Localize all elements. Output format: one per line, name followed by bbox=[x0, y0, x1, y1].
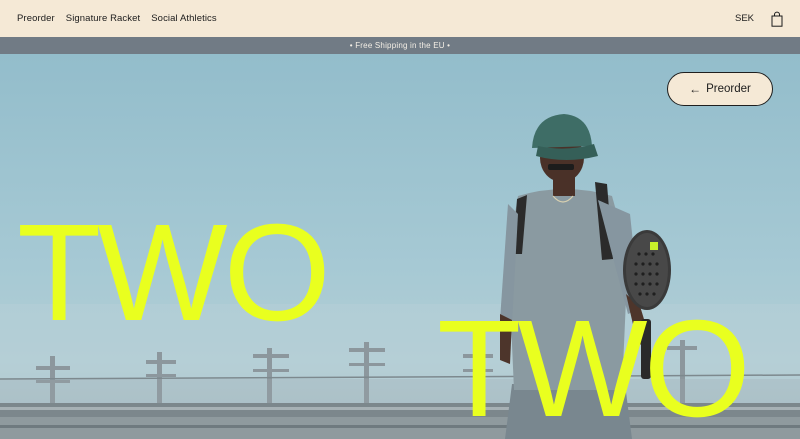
headline-word-top: TWO bbox=[17, 196, 331, 350]
main-nav: Preorder Signature Racket Social Athleti… bbox=[17, 13, 217, 24]
header-tools: SEK bbox=[735, 11, 783, 27]
headline-word-bottom: TWO bbox=[437, 292, 751, 439]
page: Preorder Signature Racket Social Athleti… bbox=[0, 0, 800, 439]
preorder-button[interactable]: ← Preorder bbox=[667, 72, 773, 106]
nav-link-signature-racket[interactable]: Signature Racket bbox=[66, 13, 140, 24]
shopping-bag-icon[interactable] bbox=[771, 11, 783, 27]
top-navigation-bar: Preorder Signature Racket Social Athleti… bbox=[0, 0, 800, 37]
currency-selector[interactable]: SEK bbox=[735, 13, 754, 24]
arrow-left-icon: ← bbox=[689, 82, 702, 96]
nav-link-social-athletics[interactable]: Social Athletics bbox=[151, 13, 217, 24]
preorder-button-label: Preorder bbox=[706, 83, 751, 95]
nav-link-preorder[interactable]: Preorder bbox=[17, 13, 55, 24]
announcement-bar: • Free Shipping in the EU • bbox=[0, 37, 800, 54]
